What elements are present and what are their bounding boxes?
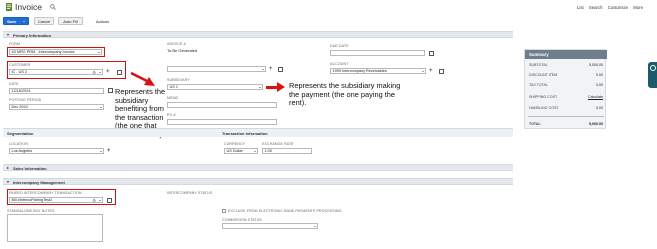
bol-notes-label: STANDALONE BOL NOTES [7, 209, 55, 213]
side-help-widget[interactable] [648, 62, 657, 88]
unnamed-select[interactable] [167, 66, 266, 72]
location-select[interactable]: Los Angeles [9, 148, 104, 154]
summary-row: SUBTOTAL 5,000.00 [529, 62, 603, 67]
summary-divider [528, 116, 604, 117]
save-button[interactable]: Save [3, 17, 29, 25]
list-link[interactable]: List [577, 5, 584, 10]
subsidiary-arrow-head [277, 82, 285, 92]
summary-row: TAX TOTAL 0.00 [529, 82, 603, 87]
subsidiary-annotation: Represents the subsidiary making the pay… [289, 81, 401, 108]
po-label: PO # [167, 113, 176, 117]
summary-row: HANDLING COST 0.00 [529, 105, 603, 110]
add-location-icon[interactable]: + [107, 148, 111, 154]
header-links: List Search Customize More [577, 5, 643, 10]
search-icon[interactable] [50, 4, 56, 10]
calendar-icon[interactable] [108, 88, 113, 93]
summary-row: SHIPPING COST Calculate [529, 94, 603, 99]
date-field[interactable]: 12/16/2024 [9, 88, 104, 94]
currency-label: CURRENCY [224, 142, 246, 146]
exclude-checkbox[interactable] [222, 209, 226, 213]
invoice-icon [6, 3, 12, 11]
invoice-number-value: To Be Generated [167, 48, 198, 53]
form-highlight [7, 47, 105, 57]
cancel-button[interactable]: Cancel [34, 17, 54, 25]
collapse-icon [7, 181, 9, 183]
currency-select[interactable]: US Dollar [224, 148, 258, 154]
commission-status-select[interactable] [222, 223, 318, 229]
summary-total-row: TOTAL 5,000.00 [529, 121, 603, 126]
actions-menu[interactable]: Actions [96, 19, 109, 24]
summary-title: Summary [525, 50, 607, 59]
due-date-calendar-icon[interactable] [429, 51, 434, 56]
location-label: LOCATION [9, 142, 28, 146]
info-icon [649, 65, 656, 71]
due-date-field[interactable] [330, 50, 425, 56]
memo-field[interactable] [167, 102, 277, 108]
commission-status-label: COMMISSION STATUS [222, 218, 262, 222]
subsidiary-label: SUBSIDIARY [167, 78, 190, 82]
intercompany-header[interactable]: Intercompany Management [3, 178, 513, 185]
summary-panel: Summary SUBTOTAL 5,000.00 DISCOUNT ITEM 0.… [524, 49, 607, 129]
invoice-number-label: INVOICE # [167, 42, 186, 46]
primary-info-header[interactable]: Primary Information [3, 31, 513, 38]
collapse-icon [7, 34, 9, 36]
add-account-icon[interactable]: + [429, 68, 433, 74]
po-field[interactable] [167, 119, 277, 125]
calculate-link[interactable]: Calculate [588, 95, 603, 99]
account-label: ACCOUNT [330, 62, 349, 66]
search-link[interactable]: Search [589, 5, 603, 10]
account-select[interactable]: 1999 Intercompany Receivables [330, 68, 426, 74]
date-label: DATE [9, 82, 19, 86]
paired-transaction-highlight [7, 189, 116, 205]
transaction-info-title: Transaction Information [222, 131, 268, 136]
customer-highlight [7, 61, 126, 79]
exclude-label: EXCLUDE FROM ELECTRONIC BANK PAYMENTS PR… [228, 209, 342, 213]
page-title: Invoice [15, 2, 42, 12]
sales-info-header[interactable]: Sales Information [3, 164, 513, 171]
intercompany-status-label: INTERCOMPANY STATUS [167, 191, 213, 195]
autofill-button[interactable]: Auto Fill [58, 17, 83, 25]
save-dropdown-icon[interactable] [23, 21, 25, 22]
summary-row: DISCOUNT ITEM 0.00 [529, 72, 603, 77]
add-record-icon[interactable]: + [269, 66, 273, 72]
exchange-rate-label: EXCHANGE RATE [262, 142, 294, 146]
more-link[interactable]: More [633, 5, 643, 10]
customize-link[interactable]: Customize [608, 5, 628, 10]
due-date-label: DUE DATE [330, 44, 349, 48]
segmentation-header: Segmentation Transaction Information [3, 128, 513, 137]
posting-period-label: POSTING PERIOD [9, 98, 42, 102]
expand-icon [7, 166, 9, 169]
exchange-rate-field[interactable]: 1.00 [262, 148, 312, 154]
bol-notes-textarea[interactable] [7, 214, 103, 242]
memo-label: MEMO [167, 96, 179, 100]
open-account-icon[interactable] [439, 69, 444, 74]
subsidiary-select[interactable]: US 1 [167, 84, 263, 90]
segmentation-title: Segmentation [7, 131, 34, 136]
customer-arrow [130, 72, 155, 86]
form-label: FORM [9, 42, 20, 46]
posting-period-select[interactable]: Dec 2024 [9, 104, 104, 110]
open-record-icon[interactable] [278, 67, 283, 72]
